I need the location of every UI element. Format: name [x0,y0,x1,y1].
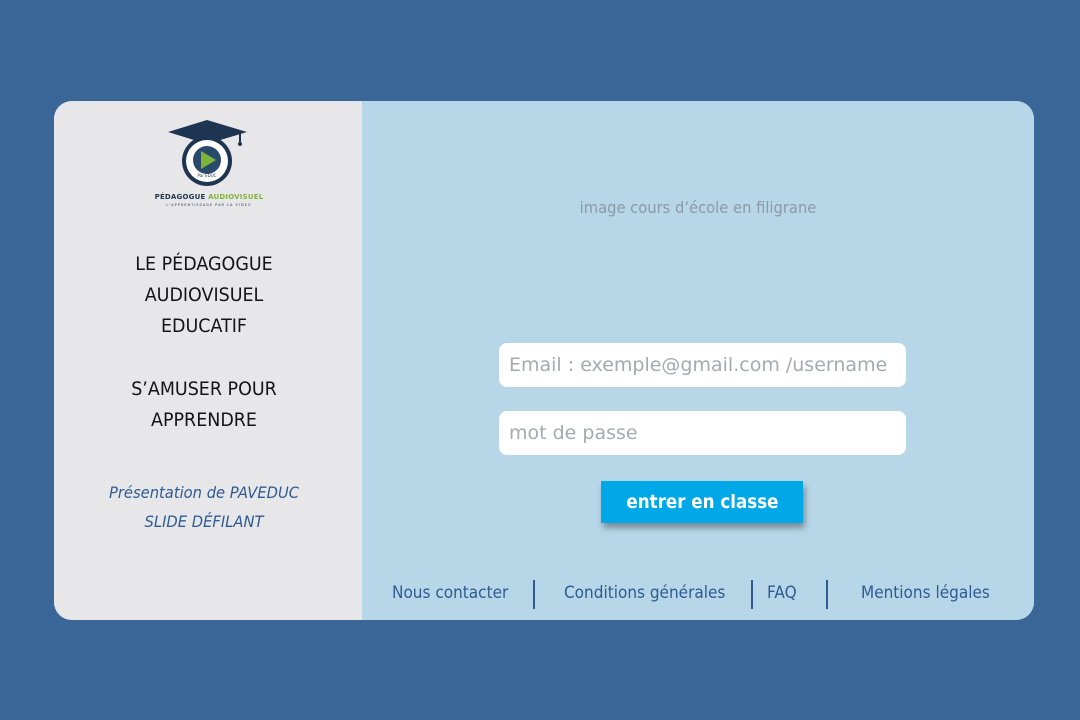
presentation-link[interactable]: Présentation de PAVEDUC SLIDE DÉFILANT [66,478,342,536]
headline-slogan: S’AMUSER POUR APPRENDRE [66,374,342,436]
footer-separator [751,580,753,609]
footer-separator [826,580,828,609]
presentation-line: Présentation de PAVEDUC [108,483,300,502]
headline-line: LE PÉDAGOGUE [135,253,273,275]
password-field[interactable] [499,411,906,455]
headline-line: AUDIOVISUEL [144,284,264,306]
enter-class-button[interactable]: entrer en classe [601,481,803,523]
logo-name-part-1: PÉDAGOGUE [154,193,209,201]
login-card: Par EDUC PÉDAGOGUE AUDIOVISUEL L'APPRENT… [54,101,1034,620]
headline-line: EDUCATIF [160,315,247,337]
enter-class-label: entrer en classe [625,491,779,513]
logo-tagline: L'APPRENTISSAGE PAR LA VIDEO [166,203,252,207]
footer-link-legal[interactable]: Mentions légales [861,583,990,603]
slogan-line: APPRENDRE [151,409,257,431]
slogan-line: S’AMUSER POUR [131,378,277,400]
footer-separator [533,580,535,609]
sidebar: Par EDUC PÉDAGOGUE AUDIOVISUEL L'APPRENT… [54,101,362,620]
logo-name-part-2: AUDIOVISUEL [208,193,264,201]
footer-links: Nous contacter Conditions générales FAQ … [362,580,1034,610]
graduation-cap-play-icon: Par EDUC [168,120,247,186]
footer-link-faq[interactable]: FAQ [767,583,797,603]
main-panel: image cours d’école en filigrane entrer … [362,101,1034,620]
logo: Par EDUC PÉDAGOGUE AUDIOVISUEL L'APPRENT… [150,119,268,211]
footer-link-contact[interactable]: Nous contacter [392,583,508,603]
presentation-line: SLIDE DÉFILANT [144,512,264,531]
email-field[interactable] [499,343,906,387]
watermark-text: image cours d’école en filigrane [579,198,817,217]
logo-name: PÉDAGOGUE AUDIOVISUEL [150,193,268,201]
headline-title: LE PÉDAGOGUE AUDIOVISUEL EDUCATIF [66,249,342,342]
logo-badge: Par EDUC [198,173,217,178]
footer-link-terms[interactable]: Conditions générales [564,583,725,603]
